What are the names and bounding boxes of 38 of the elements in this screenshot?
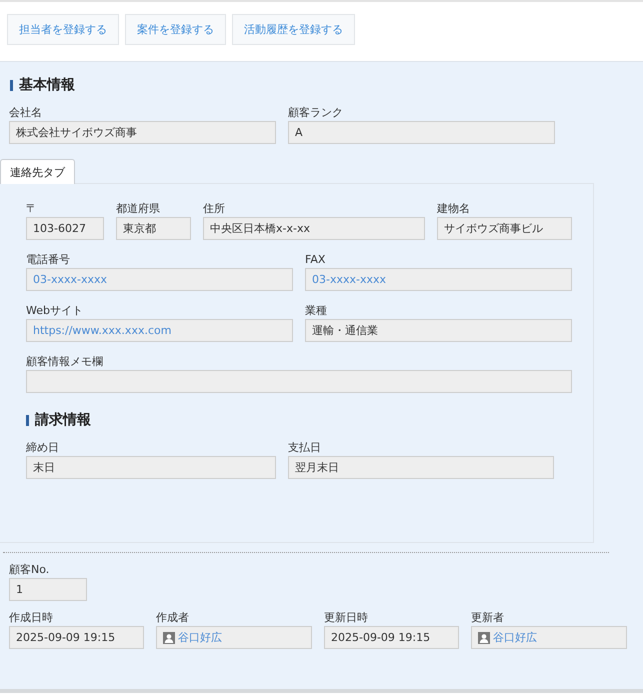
field-label: Webサイト <box>26 304 84 318</box>
input-field[interactable]: 東京都 <box>116 217 191 240</box>
input-field[interactable]: 103-6027 <box>26 217 104 240</box>
section-heading: 基本情報 <box>19 76 75 94</box>
user-icon <box>478 632 490 644</box>
tab[interactable]: 連絡先タブ <box>0 159 75 184</box>
field-label: FAX <box>305 253 326 267</box>
input-field[interactable]: 中央区日本橋x-x-xx <box>203 217 425 240</box>
section-heading: 請求情報 <box>35 411 91 429</box>
field-label: 建物名 <box>437 202 471 216</box>
field-label: 住所 <box>203 202 226 216</box>
input-field[interactable]: 翌月末日 <box>288 456 554 479</box>
input-field[interactable]: 2025-09-09 19:15 <box>324 626 459 649</box>
field-label: 作成日時 <box>9 611 54 625</box>
input-field[interactable]: 運輸・通信業 <box>305 319 572 342</box>
field-label: 更新者 <box>471 611 505 625</box>
field-label: 業種 <box>305 304 328 318</box>
field-label: 会社名 <box>9 106 43 120</box>
input-field[interactable] <box>26 370 572 393</box>
field-label: 締め日 <box>26 441 60 455</box>
field-label: 都道府県 <box>116 202 161 216</box>
field-label: 作成者 <box>156 611 190 625</box>
user-icon <box>163 632 175 644</box>
heading-marker <box>26 414 29 426</box>
input-field[interactable]: 2025-09-09 19:15 <box>9 626 144 649</box>
input-field[interactable]: サイボウズ商事ビル <box>437 217 572 240</box>
input-field[interactable]: 1 <box>9 578 87 601</box>
field-label: 顧客No. <box>9 563 50 577</box>
field-label: 顧客ランク <box>288 106 344 120</box>
field-label: 顧客情報メモ欄 <box>26 355 104 369</box>
input-field[interactable]: A <box>288 121 555 144</box>
input-field[interactable]: 株式会社サイボウズ商事 <box>9 121 276 144</box>
field-label: 更新日時 <box>324 611 369 625</box>
field-label: 〒 <box>26 202 38 216</box>
field-label: 支払日 <box>288 441 322 455</box>
heading-marker <box>10 80 13 90</box>
field-label: 電話番号 <box>26 253 71 267</box>
input-field[interactable]: 末日 <box>26 456 276 479</box>
